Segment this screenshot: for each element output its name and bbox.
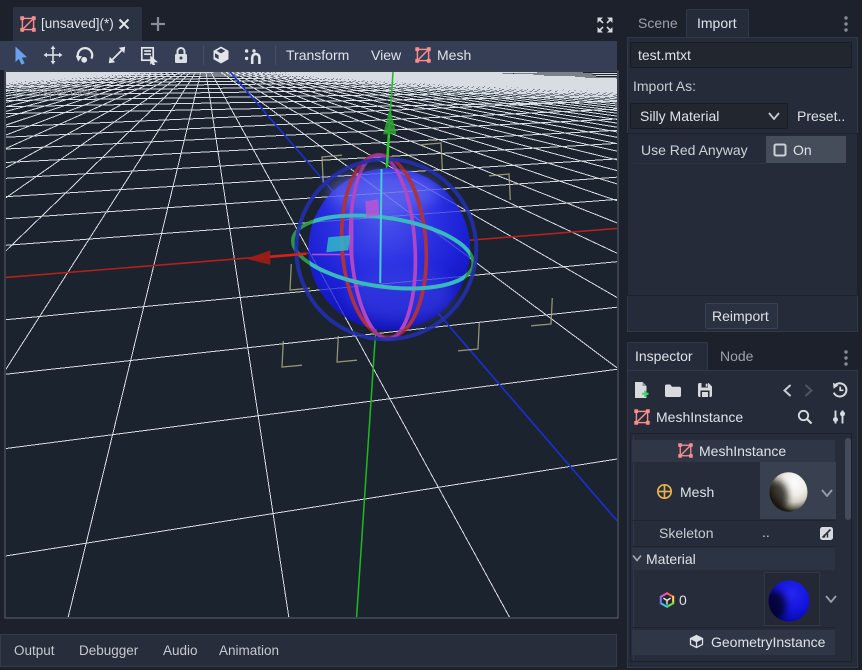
svg-text:[ Perspective ]: [ Perspective ] bbox=[15, 84, 97, 99]
